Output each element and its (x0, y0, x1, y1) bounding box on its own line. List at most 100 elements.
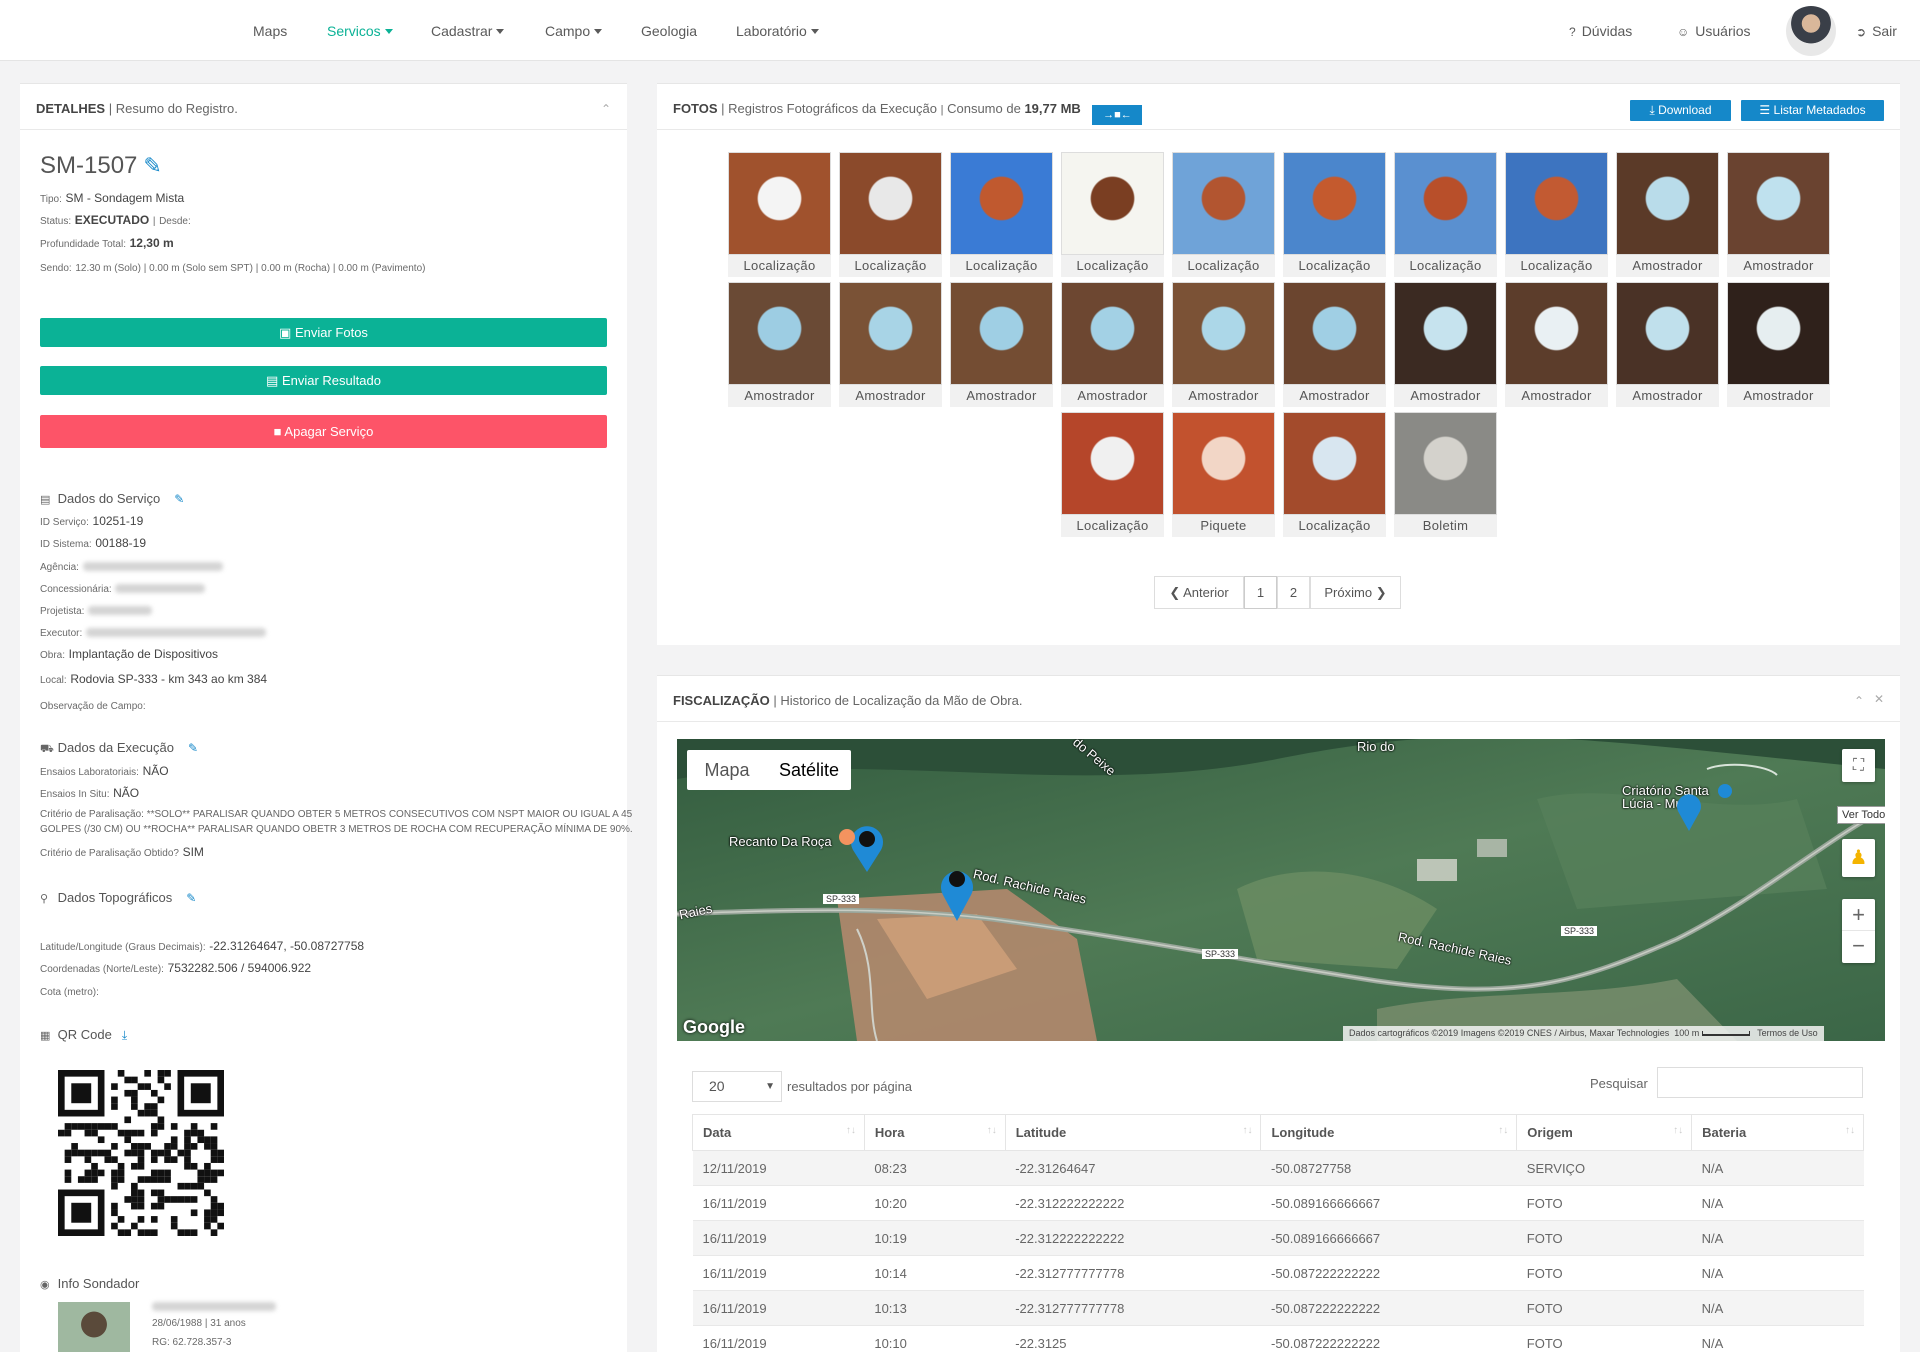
column-header[interactable]: Origem ↑↓ (1516, 1114, 1693, 1151)
collapse-icon[interactable]: ⌃ (1854, 694, 1864, 708)
photo-image[interactable] (839, 282, 942, 385)
photo-image[interactable] (1505, 282, 1608, 385)
column-header[interactable]: Bateria ↑↓ (1691, 1114, 1864, 1151)
concessionaria-row: Concessionária: (40, 580, 206, 595)
map-tab-satelite[interactable]: Satélite (767, 750, 851, 790)
photo-thumbnail[interactable]: Amostrador (1616, 282, 1719, 407)
photo-image[interactable] (1172, 412, 1275, 515)
nav-campo[interactable]: Campo (545, 23, 603, 39)
sort-icon[interactable]: ↑↓ (1242, 1125, 1252, 1136)
photo-image[interactable] (1283, 412, 1386, 515)
photo-thumbnail[interactable]: Localização (1061, 412, 1164, 537)
photo-image[interactable] (1394, 152, 1497, 255)
photo-image[interactable] (1616, 282, 1719, 385)
photo-image[interactable] (1505, 152, 1608, 255)
photo-image[interactable] (1394, 282, 1497, 385)
nav-laboratorio[interactable]: Laboratório (736, 23, 819, 39)
photo-image[interactable] (1061, 412, 1164, 515)
map-tab-mapa[interactable]: Mapa (687, 750, 767, 790)
enviar-resultado-button[interactable]: ▤ Enviar Resultado (40, 366, 607, 395)
photo-thumbnail[interactable]: Amostrador (1616, 152, 1719, 277)
photo-thumbnail[interactable]: Localização (1283, 412, 1386, 537)
photo-thumbnail[interactable]: Amostrador (1727, 282, 1830, 407)
download-button[interactable]: ⤓ Download (1630, 100, 1731, 121)
sort-icon[interactable]: ↑↓ (1845, 1125, 1855, 1136)
photo-image[interactable] (1061, 282, 1164, 385)
photo-image[interactable] (1616, 152, 1719, 255)
photo-thumbnail[interactable]: Boletim (1394, 412, 1497, 537)
nav-sair[interactable]: ➲ Sair (1856, 23, 1897, 39)
edit-icon[interactable]: ✎ (143, 153, 161, 179)
pager-page-1[interactable]: 1 (1244, 576, 1277, 609)
fullscreen-icon[interactable]: ⛶ (1842, 749, 1875, 782)
ver-todos-select[interactable]: Ver Todos▾ (1837, 806, 1885, 824)
photo-thumbnail[interactable]: Localização (1061, 152, 1164, 277)
column-header[interactable]: Hora ↑↓ (863, 1114, 1006, 1151)
sort-icon[interactable]: ↑↓ (846, 1125, 856, 1136)
photo-image[interactable] (1283, 152, 1386, 255)
collapse-icon[interactable]: ⌃ (601, 102, 611, 116)
photo-image[interactable] (728, 282, 831, 385)
terms-link[interactable]: Termos de Uso (1757, 1028, 1818, 1038)
edit-icon[interactable]: ✎ (188, 741, 198, 755)
photo-thumbnail[interactable]: Amostrador (1727, 152, 1830, 277)
nav-duvidas[interactable]: ? Dúvidas (1569, 23, 1632, 39)
street-view-icon[interactable]: ♟ (1842, 839, 1875, 877)
download-icon[interactable]: ⤓ (122, 1028, 127, 1042)
photo-thumbnail[interactable]: Localização (839, 152, 942, 277)
photo-image[interactable] (1061, 152, 1164, 255)
photo-thumbnail[interactable]: Amostrador (839, 282, 942, 407)
photo-thumbnail[interactable]: Amostrador (1172, 282, 1275, 407)
photo-thumbnail[interactable]: Amostrador (1061, 282, 1164, 407)
pager-page-2[interactable]: 2 (1277, 576, 1310, 609)
photo-image[interactable] (950, 152, 1053, 255)
photo-image[interactable] (1727, 152, 1830, 255)
photo-image[interactable] (1283, 282, 1386, 385)
photo-thumbnail[interactable]: Amostrador (950, 282, 1053, 407)
photo-image[interactable] (1172, 152, 1275, 255)
photo-thumbnail[interactable]: Amostrador (1394, 282, 1497, 407)
edit-icon[interactable]: ✎ (174, 492, 184, 506)
satellite-map[interactable]: Mapa Satélite ⛶ Ver Todos▾ ♟ + − Recanto… (677, 739, 1885, 1041)
photo-thumbnail[interactable]: Piquete (1172, 412, 1275, 537)
column-header[interactable]: Longitude ↑↓ (1260, 1114, 1518, 1151)
photo-thumbnail[interactable]: Localização (1505, 152, 1608, 277)
photo-thumbnail[interactable]: Localização (950, 152, 1053, 277)
edit-icon[interactable]: ✎ (186, 891, 196, 905)
column-header[interactable]: Latitude ↑↓ (1004, 1114, 1262, 1151)
photo-thumbnail[interactable]: Amostrador (1505, 282, 1608, 407)
apagar-servico-button[interactable]: ■ Apagar Serviço (40, 415, 607, 448)
zoom-out-button[interactable]: − (1842, 931, 1875, 963)
photo-thumbnail[interactable]: Amostrador (728, 282, 831, 407)
sort-icon[interactable]: ↑↓ (1498, 1125, 1508, 1136)
avatar[interactable] (1786, 6, 1836, 56)
pager-next[interactable]: Próximo ❯ (1310, 576, 1401, 609)
photo-image[interactable] (728, 152, 831, 255)
nav-maps[interactable]: Maps (253, 23, 287, 39)
photo-image[interactable] (1394, 412, 1497, 515)
pager-prev[interactable]: ❮ Anterior (1154, 576, 1244, 609)
enviar-fotos-button[interactable]: ▣ Enviar Fotos (40, 318, 607, 347)
column-header[interactable]: Data ↑↓ (692, 1114, 865, 1151)
close-icon[interactable]: ✕ (1874, 692, 1884, 706)
sort-icon[interactable]: ↑↓ (987, 1125, 997, 1136)
sort-icon[interactable]: ↑↓ (1673, 1125, 1683, 1136)
per-page-select[interactable]: 20 ▼ (692, 1071, 782, 1102)
photo-thumbnail[interactable]: Localização (1394, 152, 1497, 277)
listar-metadados-button[interactable]: ☰ Listar Metadados (1741, 100, 1884, 121)
photo-image[interactable] (950, 282, 1053, 385)
nav-cadastrar[interactable]: Cadastrar (431, 23, 505, 39)
compress-button[interactable]: →■← (1092, 105, 1143, 125)
nav-usuarios[interactable]: ☺ Usuários (1677, 23, 1751, 39)
nav-geologia[interactable]: Geologia (641, 23, 697, 39)
photo-image[interactable] (839, 152, 942, 255)
photo-thumbnail[interactable]: Localização (1172, 152, 1275, 277)
nav-servicos[interactable]: Servicos (327, 23, 393, 39)
photo-thumbnail[interactable]: Amostrador (1283, 282, 1386, 407)
zoom-in-button[interactable]: + (1842, 899, 1875, 931)
photo-thumbnail[interactable]: Localização (728, 152, 831, 277)
photo-thumbnail[interactable]: Localização (1283, 152, 1386, 277)
photo-image[interactable] (1172, 282, 1275, 385)
photo-image[interactable] (1727, 282, 1830, 385)
search-input[interactable] (1657, 1067, 1863, 1098)
